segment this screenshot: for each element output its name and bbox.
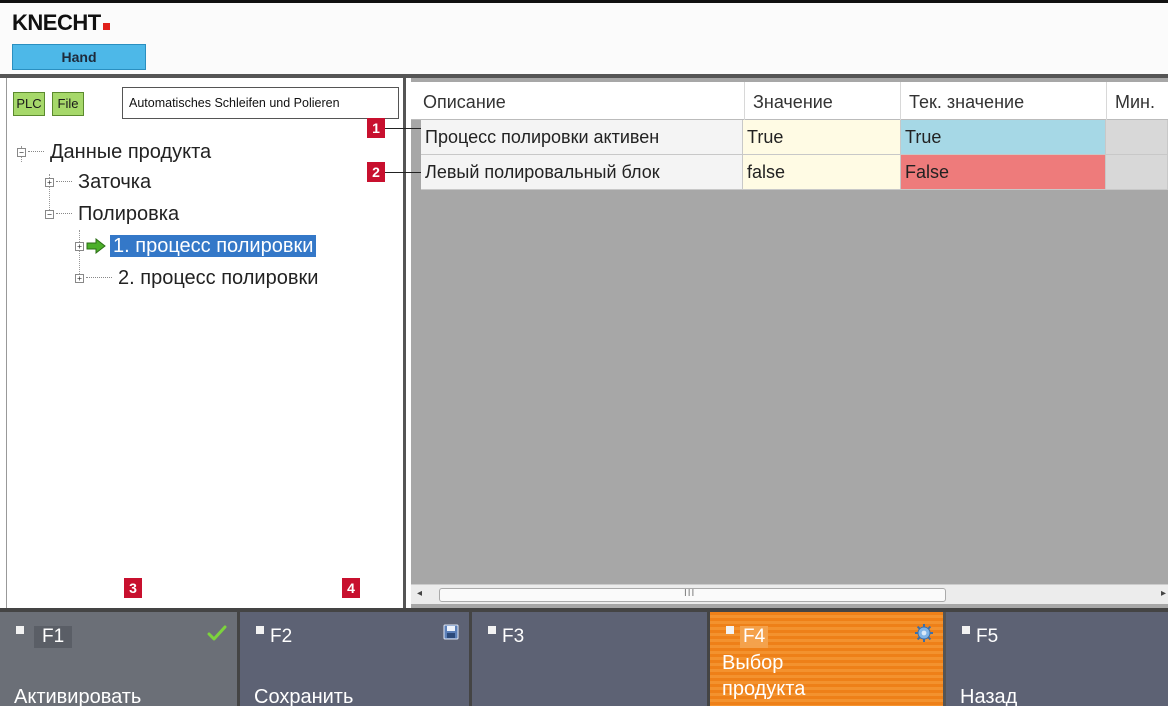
callout-marker-2: 2 [367, 162, 385, 182]
function-key-action-line: Выбор [722, 652, 784, 674]
tree-connector [28, 151, 44, 152]
save-icon [443, 624, 459, 640]
function-key-action: Выбор продукта [722, 650, 805, 702]
knecht-logo: KNECHT [12, 10, 110, 36]
function-key-label: F2 [270, 626, 293, 647]
function-key-label: F1 [34, 626, 73, 648]
gear-icon [915, 624, 933, 642]
tree-connector [56, 181, 72, 182]
function-key-label: F5 [976, 626, 999, 647]
cell-value[interactable]: false [743, 155, 901, 190]
green-arrow-icon [86, 238, 106, 254]
scrollbar-thumb[interactable]: III [439, 588, 946, 602]
expand-icon[interactable]: + [75, 242, 84, 251]
tree-node-polishing-process-2[interactable]: +2. процесс полировки [75, 264, 318, 292]
f4-select-product-button[interactable]: F4 Выбор продукта [710, 612, 946, 706]
cell-description: Левый полировальный блок [421, 155, 743, 190]
callout-marker-3: 3 [124, 578, 142, 598]
f1-activate-button[interactable]: F1 Активировать [0, 612, 240, 706]
callout-leader-2 [385, 172, 421, 173]
key-indicator-icon [962, 626, 970, 634]
collapse-icon[interactable]: − [17, 148, 26, 157]
table-row[interactable]: Процесс полировки активен True True [411, 120, 1168, 155]
function-key-action: Активировать [14, 686, 142, 706]
scroll-right-icon[interactable]: ▸ [1161, 588, 1166, 599]
table-row[interactable]: Левый полировальный блок false False [411, 155, 1168, 190]
column-header-value[interactable]: Значение [744, 82, 892, 120]
key-indicator-icon [256, 626, 264, 634]
tree-connector [86, 277, 112, 278]
tree-node-sharpening[interactable]: + Заточка [45, 168, 151, 196]
tree-node-polishing[interactable]: − Полировка [45, 200, 179, 228]
column-header-min[interactable]: Мин. [1106, 82, 1168, 120]
parameter-grid: Описание Значение Тек. значение Мин. Про… [411, 78, 1168, 608]
tree-node-product-data[interactable]: − Данные продукта [17, 138, 211, 166]
tree-node-label: 1. процесс полировки [110, 235, 317, 257]
expand-icon[interactable]: + [75, 274, 84, 283]
product-tree-panel: PLC File Automatisches Schleifen und Pol… [6, 78, 406, 608]
tree-node-label: Заточка [78, 171, 152, 193]
cell-current-value: False [901, 155, 1106, 190]
tree-toolbar: PLC File Automatisches Schleifen und Pol… [7, 78, 407, 124]
cell-description: Процесс полировки активен [421, 120, 743, 155]
function-key-label: F4 [740, 626, 769, 648]
key-indicator-icon [726, 626, 734, 634]
collapse-icon[interactable]: − [45, 210, 54, 219]
tree-node-label: Полировка [78, 203, 180, 225]
logo-red-dot [102, 23, 110, 30]
grid-header: Описание Значение Тек. значение Мин. [411, 82, 1168, 120]
column-header-current-value[interactable]: Тек. значение [900, 82, 1106, 120]
tree-node-label: 2. процесс полировки [118, 267, 319, 289]
tree-node-label: Данные продукта [50, 141, 212, 163]
function-key-label: F3 [502, 626, 525, 647]
file-button[interactable]: File [52, 92, 84, 116]
expand-icon[interactable]: + [45, 178, 54, 187]
key-indicator-icon [488, 626, 496, 634]
plc-button[interactable]: PLC [13, 92, 45, 116]
f5-back-button[interactable]: F5 Назад [946, 612, 1168, 706]
f3-button[interactable]: F3 [472, 612, 710, 706]
cell-value[interactable]: True [743, 120, 901, 155]
mode-badge[interactable]: Hand [12, 44, 146, 70]
cell-current-value: True [901, 120, 1106, 155]
callout-marker-4: 4 [342, 578, 360, 598]
product-tree: − Данные продукта + Заточка − Полировка +1.… [7, 130, 403, 600]
cell-min [1106, 155, 1168, 190]
f2-save-button[interactable]: F2 Сохранить [240, 612, 472, 706]
callout-leader-1 [385, 128, 421, 129]
function-key-action-line: продукта [722, 678, 806, 700]
column-header-description[interactable]: Описание [415, 82, 743, 120]
key-indicator-icon [16, 626, 24, 634]
function-key-action: Сохранить [254, 686, 354, 706]
scrollbar-grip-icon: III [684, 588, 696, 599]
scroll-left-icon[interactable]: ◂ [417, 588, 422, 599]
program-name-field[interactable]: Automatisches Schleifen und Polieren [122, 87, 399, 119]
function-key-action: Назад [960, 686, 1018, 706]
logo-text: KNECHT [12, 10, 101, 35]
callout-marker-1: 1 [367, 118, 385, 138]
cell-min [1106, 120, 1168, 155]
checkmark-icon [207, 625, 227, 641]
header: KNECHT Hand [0, 3, 1168, 74]
horizontal-scrollbar[interactable]: ◂ III ▸ [411, 584, 1168, 604]
function-key-bar: F1 Активировать F2 Сохранить F3 F4 Выбор… [0, 612, 1168, 706]
tree-node-polishing-process-1[interactable]: +1. процесс полировки [75, 232, 317, 260]
tree-connector [56, 213, 72, 214]
